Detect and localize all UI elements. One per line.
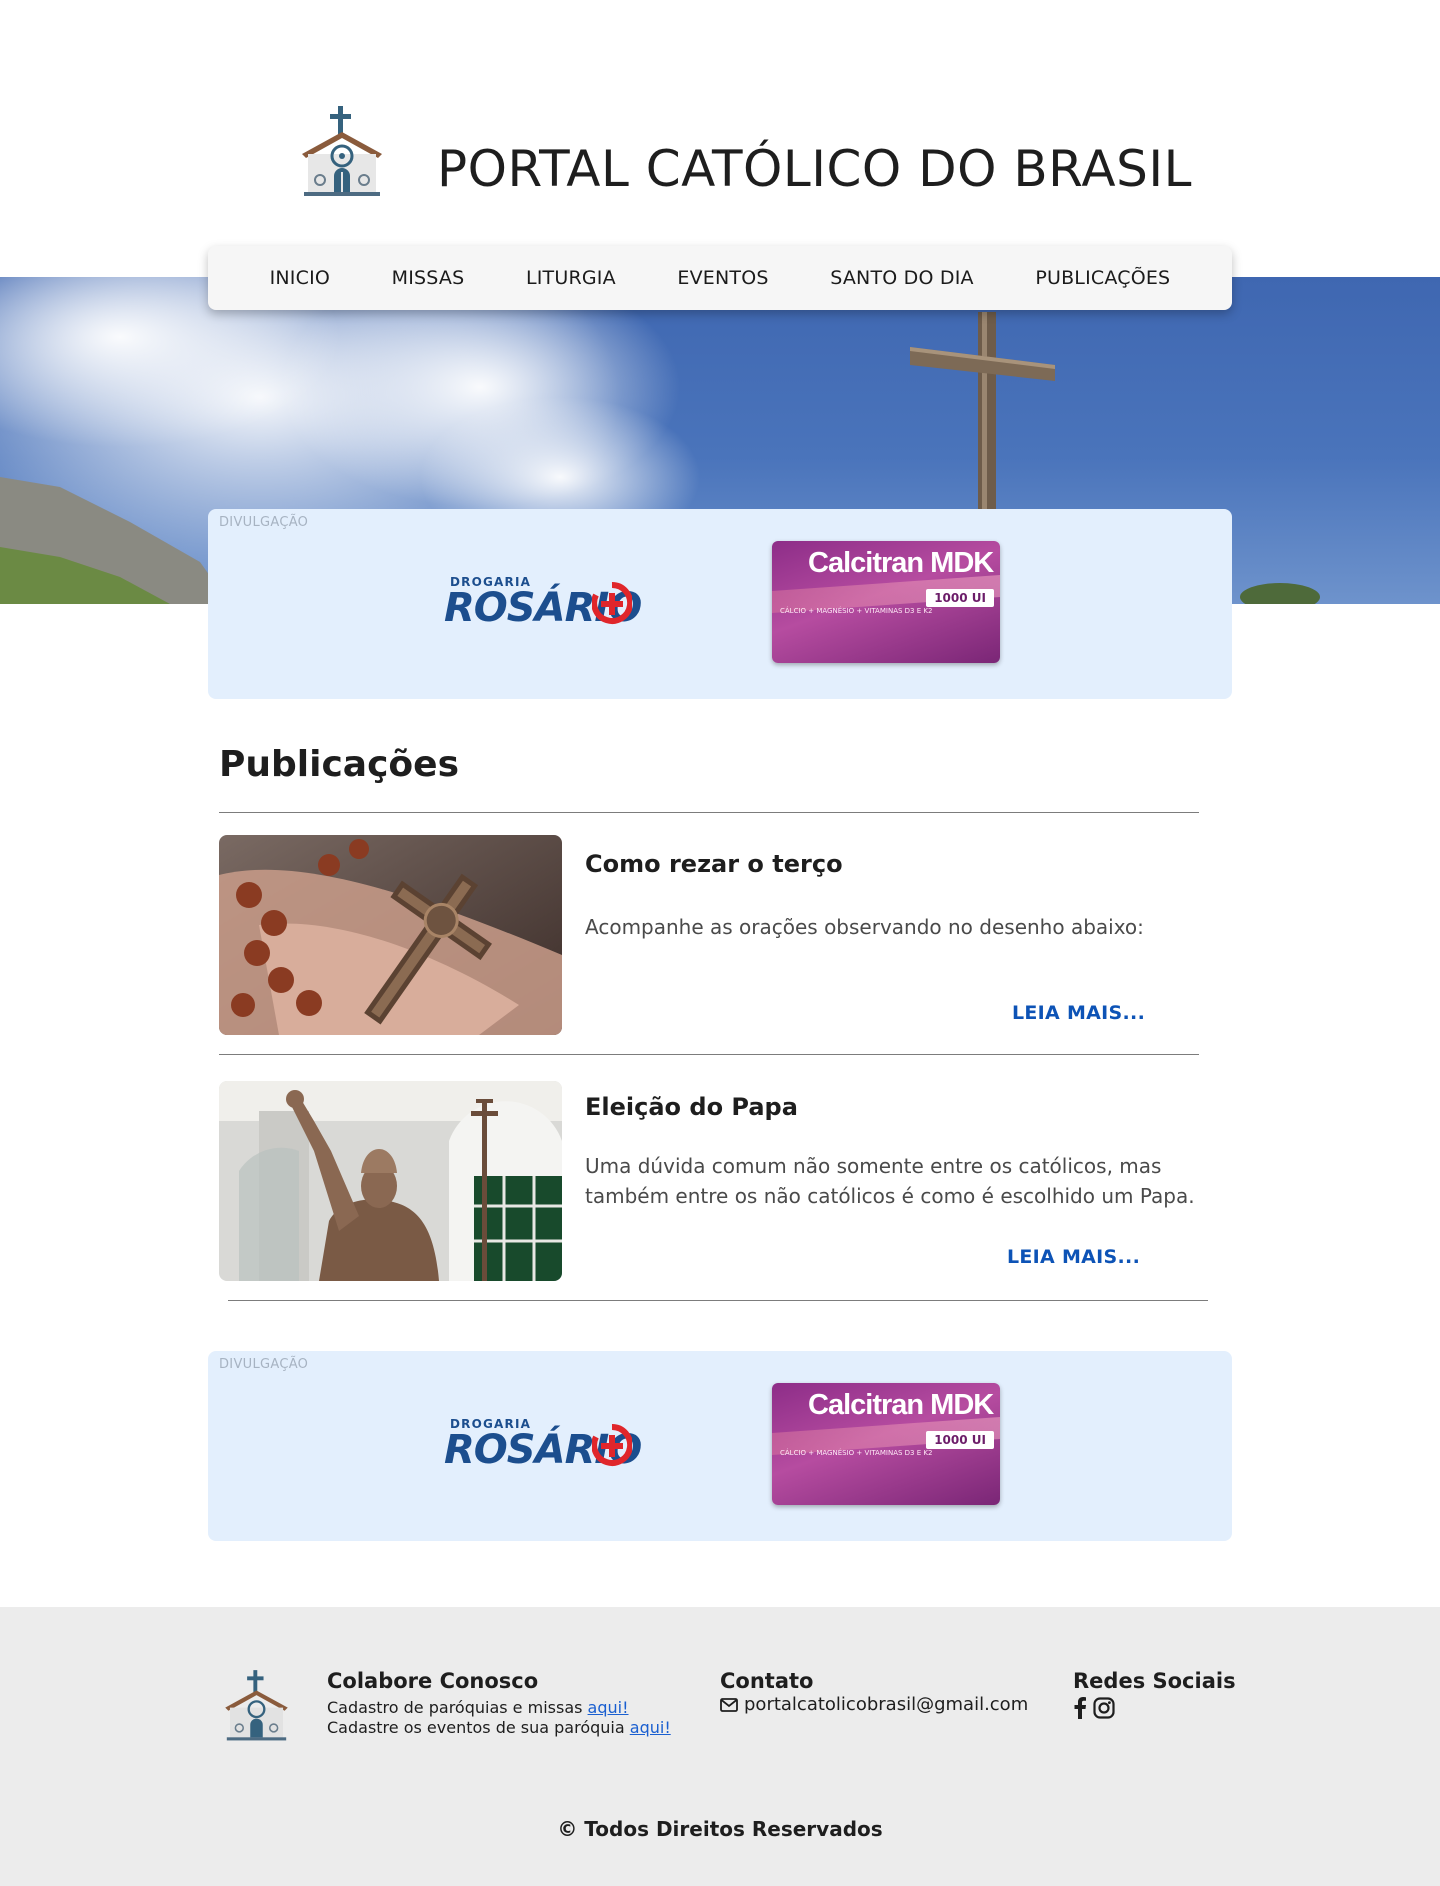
- calcitran-product-image[interactable]: Calcitran MDK 1000 UI CÁLCIO + MAGNÉSIO …: [772, 1383, 1000, 1505]
- mail-icon: [720, 1697, 738, 1712]
- product-note: CÁLCIO + MAGNÉSIO + VITAMINAS D3 E K2: [780, 1449, 933, 1457]
- footer-redes-title: Redes Sociais: [1073, 1669, 1236, 1693]
- ad-label: DIVULGAÇÃO: [219, 1357, 309, 1372]
- red-cross-icon: [592, 581, 632, 624]
- main-nav: INICIO MISSAS LITURGIA EVENTOS SANTO DO …: [208, 246, 1232, 310]
- instagram-icon[interactable]: [1093, 1697, 1115, 1719]
- drogaria-rosario-logo[interactable]: DROGARIA ROSÁRIO: [444, 1417, 642, 1477]
- nav-item-missas[interactable]: MISSAS: [392, 267, 465, 289]
- product-name: Calcitran MDK: [808, 547, 994, 579]
- divider: [219, 1054, 1199, 1055]
- site-footer: Colabore Conosco Cadastro de paróquias e…: [0, 1607, 1440, 1886]
- ad-banner[interactable]: DIVULGAÇÃO DROGARIA ROSÁRIO Calcitran MD…: [208, 509, 1232, 699]
- publications-title: Publicações: [219, 744, 460, 785]
- nav-item-inicio[interactable]: INICIO: [270, 267, 330, 289]
- footer-email[interactable]: portalcatolicobrasil@gmail.com: [720, 1694, 1028, 1715]
- nav-item-eventos[interactable]: EVENTOS: [677, 267, 768, 289]
- product-dose: 1000 UI: [926, 1431, 994, 1449]
- footer-email-text[interactable]: portalcatolicobrasil@gmail.com: [744, 1694, 1028, 1715]
- post-title[interactable]: Como rezar o terço: [585, 850, 843, 878]
- post-excerpt: Uma dúvida comum não somente entre os ca…: [585, 1154, 1195, 1208]
- site-header: PORTAL CATÓLICO DO BRASIL: [0, 0, 1440, 277]
- post-card[interactable]: Eleição do Papa Uma dúvida comum não som…: [219, 1081, 1209, 1281]
- footer-social-icons: [1073, 1697, 1115, 1719]
- nav-item-liturgia[interactable]: LITURGIA: [526, 267, 616, 289]
- copyright: © Todos Direitos Reservados: [557, 1817, 883, 1841]
- footer-colabore-title: Colabore Conosco: [327, 1669, 539, 1693]
- divider: [228, 1300, 1208, 1301]
- post-title[interactable]: Eleição do Papa: [585, 1093, 798, 1121]
- footer-colabore-text: Cadastre os eventos de sua paróquia: [327, 1718, 625, 1737]
- ad-label: DIVULGAÇÃO: [219, 515, 309, 530]
- footer-colabore-text: Cadastro de paróquias e missas: [327, 1698, 583, 1717]
- ad-banner[interactable]: DIVULGAÇÃO DROGARIA ROSÁRIO Calcitran MD…: [208, 1351, 1232, 1541]
- nav-item-publicacoes[interactable]: PUBLICAÇÕES: [1035, 267, 1170, 289]
- post-card[interactable]: Como rezar o terço Acompanhe as orações …: [219, 835, 1209, 1035]
- site-title: PORTAL CATÓLICO DO BRASIL: [437, 140, 1192, 198]
- red-cross-icon: [592, 1423, 632, 1466]
- read-more-link[interactable]: LEIA MAIS...: [1012, 1002, 1145, 1024]
- facebook-icon[interactable]: [1073, 1697, 1087, 1719]
- product-dose: 1000 UI: [926, 589, 994, 607]
- read-more-link[interactable]: LEIA MAIS...: [1007, 1246, 1140, 1268]
- product-note: CÁLCIO + MAGNÉSIO + VITAMINAS D3 E K2: [780, 607, 933, 615]
- pope-statue-image[interactable]: [219, 1081, 562, 1281]
- footer-paroquias-link[interactable]: aqui!: [588, 1698, 629, 1717]
- church-icon[interactable]: [219, 1667, 294, 1742]
- post-excerpt: Acompanhe as orações observando no desen…: [585, 915, 1144, 939]
- divider: [219, 812, 1199, 813]
- rosary-image[interactable]: [219, 835, 562, 1035]
- footer-eventos-link[interactable]: aqui!: [630, 1718, 671, 1737]
- footer-colabore-line: Cadastro de paróquias e missas aqui!: [327, 1698, 629, 1717]
- product-name: Calcitran MDK: [808, 1389, 994, 1421]
- footer-contato-title: Contato: [720, 1669, 814, 1693]
- church-icon[interactable]: [294, 102, 390, 198]
- nav-item-santo-do-dia[interactable]: SANTO DO DIA: [830, 267, 973, 289]
- footer-colabore-line: Cadastre os eventos de sua paróquia aqui…: [327, 1718, 671, 1737]
- drogaria-rosario-logo[interactable]: DROGARIA ROSÁRIO: [444, 575, 642, 635]
- calcitran-product-image[interactable]: Calcitran MDK 1000 UI CÁLCIO + MAGNÉSIO …: [772, 541, 1000, 663]
